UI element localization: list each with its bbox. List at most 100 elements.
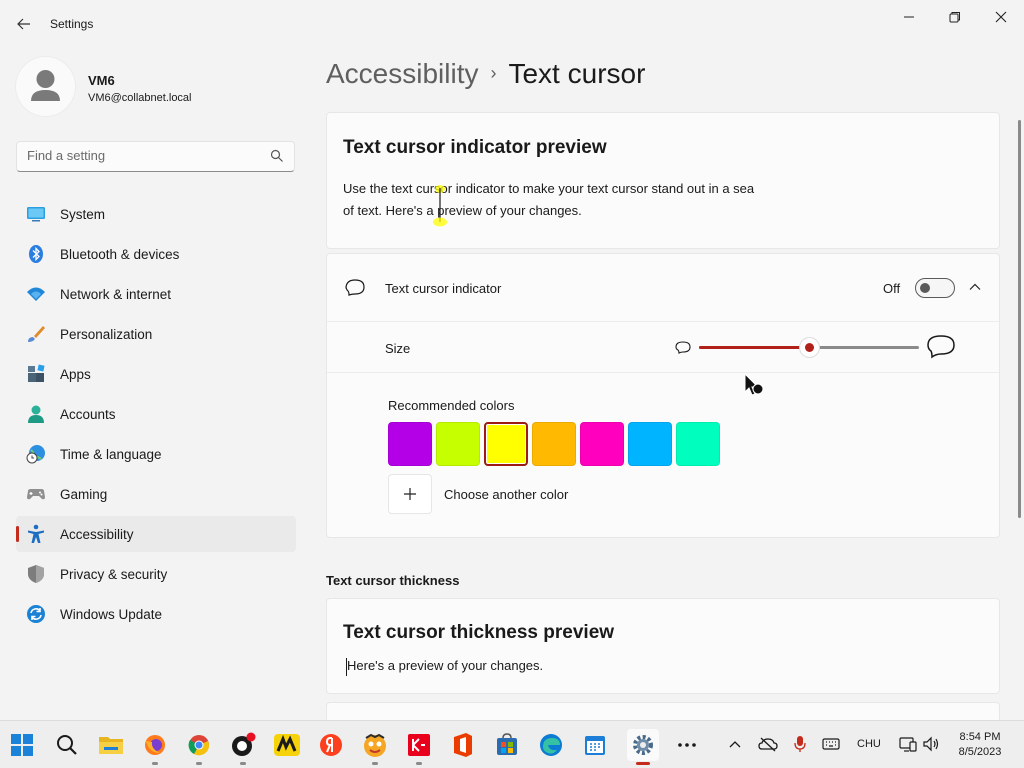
indicator-preview-line2: of text. Here's a preview of your change… <box>343 203 582 218</box>
sidebar-item-label: Gaming <box>60 487 108 502</box>
taskbar-firefox[interactable] <box>139 729 171 765</box>
sidebar-item-label: Network & internet <box>60 287 172 302</box>
shield-icon <box>28 565 44 583</box>
chevron-up-icon[interactable] <box>968 282 982 292</box>
back-button[interactable] <box>10 12 38 36</box>
slider-thumb[interactable] <box>800 338 819 357</box>
microphone-icon[interactable] <box>793 735 807 753</box>
close-icon <box>995 11 1007 23</box>
sidebar-item-apps[interactable]: Apps <box>16 356 296 392</box>
taskbar: CHU 8:54 PM 8/5/2023 <box>0 720 1024 768</box>
color-swatch[interactable] <box>436 422 480 466</box>
choose-color-link[interactable]: Choose another color <box>444 487 568 502</box>
color-swatch[interactable] <box>484 422 528 466</box>
sidebar-item-label: Time & language <box>60 447 162 462</box>
color-swatch[interactable] <box>388 422 432 466</box>
sidebar-item-label: Apps <box>60 367 91 382</box>
taskbar-kaspersky[interactable] <box>403 729 435 765</box>
plus-icon <box>404 488 416 500</box>
sidebar-item-label: Privacy & security <box>60 567 168 582</box>
taskbar-office[interactable] <box>447 729 479 761</box>
language-indicator[interactable]: CHU <box>857 738 881 750</box>
sidebar-item-accounts[interactable]: Accounts <box>16 396 296 432</box>
taskbar-app[interactable] <box>271 729 303 761</box>
text-cursor-indicator-icon <box>433 185 447 227</box>
taskbar-yandex[interactable] <box>315 729 347 761</box>
search-input[interactable] <box>27 148 257 163</box>
onedrive-offline-icon[interactable] <box>758 736 778 752</box>
chevron-up-icon[interactable] <box>728 739 742 749</box>
gamepad-icon <box>27 489 45 500</box>
volume-icon[interactable] <box>922 736 940 752</box>
network-icon[interactable] <box>899 736 917 752</box>
accounts-icon <box>28 405 44 423</box>
sidebar-item-bluetooth[interactable]: Bluetooth & devices <box>16 236 296 272</box>
indicator-preview-card: Text cursor indicator preview Use the te… <box>326 112 1000 249</box>
slider-fill <box>699 346 809 349</box>
add-color-button[interactable] <box>388 474 432 514</box>
taskbar-yandex-browser[interactable] <box>359 729 391 765</box>
restore-button[interactable] <box>932 6 978 28</box>
running-indicator <box>196 762 202 765</box>
bluetooth-icon <box>29 245 43 263</box>
person-icon <box>31 70 60 101</box>
sidebar-nav: System Bluetooth & devices Network & int… <box>16 196 296 636</box>
file-explorer-icon <box>99 737 123 754</box>
minimize-button[interactable] <box>886 6 932 28</box>
search-icon <box>57 735 77 755</box>
clock-time: 8:54 PM <box>959 731 1001 743</box>
taskbar-obs[interactable] <box>227 729 259 765</box>
keyboard-icon[interactable] <box>822 738 840 750</box>
color-swatch[interactable] <box>580 422 624 466</box>
indicator-toggle[interactable] <box>915 278 955 298</box>
calendar-icon <box>585 736 605 755</box>
scrollbar[interactable] <box>1018 120 1021 518</box>
sidebar-item-gaming[interactable]: Gaming <box>16 476 296 512</box>
sidebar-item-privacy[interactable]: Privacy & security <box>16 556 296 592</box>
taskbar-settings[interactable] <box>627 729 659 765</box>
taskbar-more[interactable] <box>671 729 703 761</box>
indicator-preview-title: Text cursor indicator preview <box>343 137 607 158</box>
sidebar-item-network[interactable]: Network & internet <box>16 276 296 312</box>
color-swatch[interactable] <box>676 422 720 466</box>
taskbar-search-button[interactable] <box>51 729 83 761</box>
running-indicator <box>416 762 422 765</box>
restore-icon <box>949 12 960 23</box>
brush-icon <box>28 326 45 342</box>
taskbar-calendar[interactable] <box>579 729 611 761</box>
store-icon <box>497 733 517 755</box>
toggle-knob <box>920 283 930 293</box>
sidebar-item-system[interactable]: System <box>16 196 296 232</box>
obs-icon <box>232 732 256 756</box>
search-icon[interactable] <box>270 149 284 163</box>
kaspersky-icon <box>408 734 430 756</box>
sidebar-item-accessibility[interactable]: Accessibility <box>16 516 296 552</box>
size-slider[interactable] <box>699 338 919 357</box>
indicator-preview-line1: Use the text cursor indicator to make yo… <box>343 181 755 196</box>
sidebar-item-windows-update[interactable]: Windows Update <box>16 596 296 632</box>
cursor-indicator-icon <box>345 279 365 296</box>
sidebar-item-label: System <box>60 207 106 222</box>
user-profile[interactable]: VM6 VM6@collabnet.local <box>16 57 296 117</box>
app-icon <box>274 734 300 756</box>
breadcrumb: Accessibility › Text cursor <box>326 58 645 94</box>
search-box[interactable] <box>16 141 295 172</box>
yandex-browser-icon <box>364 733 386 757</box>
sidebar-item-time-language[interactable]: Time & language <box>16 436 296 472</box>
taskbar-chrome[interactable] <box>183 729 215 765</box>
sidebar-item-personalization[interactable]: Personalization <box>16 316 296 352</box>
taskbar-edge[interactable] <box>535 729 567 761</box>
office-icon <box>454 733 472 757</box>
taskbar-store[interactable] <box>491 729 523 761</box>
clock[interactable]: 8:54 PM 8/5/2023 <box>944 730 1016 760</box>
close-button[interactable] <box>978 6 1024 28</box>
sidebar-item-label: Personalization <box>60 327 153 342</box>
thickness-preview-card: Text cursor thickness preview Here's a p… <box>326 598 1000 694</box>
start-button[interactable] <box>6 729 38 761</box>
color-swatch[interactable] <box>628 422 672 466</box>
breadcrumb-parent[interactable]: Accessibility <box>326 58 478 89</box>
indicator-state-text: Off <box>883 281 901 296</box>
running-indicator <box>152 762 158 765</box>
taskbar-file-explorer[interactable] <box>95 729 127 761</box>
color-swatch[interactable] <box>532 422 576 466</box>
